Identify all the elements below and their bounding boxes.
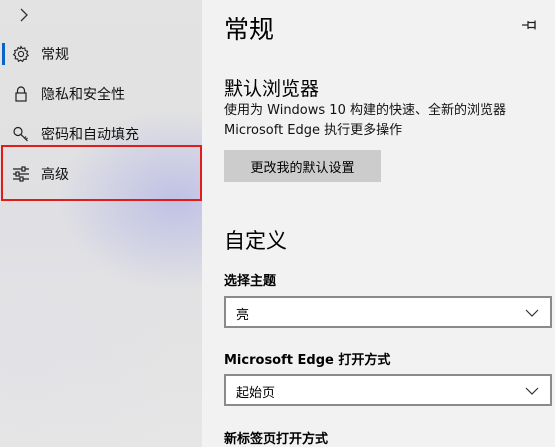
open-with-label: Microsoft Edge 打开方式 — [224, 353, 391, 368]
change-default-button[interactable]: 更改我的默认设置 — [224, 150, 381, 182]
open-with-select[interactable]: 起始页 — [224, 374, 552, 406]
expand-chevron-icon[interactable] — [14, 4, 34, 26]
page-title: 常规 — [224, 15, 275, 44]
theme-select-value: 亮 — [236, 308, 250, 323]
new-tab-label: 新标签页打开方式 — [224, 432, 329, 447]
key-icon — [11, 124, 31, 144]
highlight-annotation-box — [1, 145, 202, 201]
open-with-select-value: 起始页 — [236, 386, 276, 401]
nav-item-general[interactable]: 常规 — [0, 34, 202, 74]
theme-select[interactable]: 亮 — [224, 296, 552, 328]
default-browser-description: 使用为 Windows 10 构建的快速、全新的浏览器 Microsoft Ed… — [224, 101, 544, 141]
theme-label: 选择主题 — [224, 274, 277, 289]
settings-content-pane: 常规 默认浏览器 使用为 Windows 10 构建的快速、全新的浏览器 Mic… — [202, 0, 555, 447]
description-line: 使用为 Windows 10 构建的快速、全新的浏览器 — [224, 103, 506, 118]
selected-indicator — [2, 43, 5, 65]
customize-heading: 自定义 — [224, 229, 287, 253]
default-browser-heading: 默认浏览器 — [224, 78, 320, 100]
description-line: Microsoft Edge 执行更多操作 — [224, 123, 403, 138]
lock-icon — [11, 84, 31, 104]
chevron-down-icon — [525, 387, 539, 395]
nav-item-label: 隐私和安全性 — [41, 87, 125, 103]
pin-icon[interactable] — [520, 16, 540, 34]
gear-icon — [11, 44, 31, 64]
settings-nav-pane: 常规 隐私和安全性 密码和自动填充 高级 — [0, 0, 202, 447]
nav-item-privacy-security[interactable]: 隐私和安全性 — [0, 74, 202, 114]
chevron-down-icon — [525, 309, 539, 317]
nav-item-label: 密码和自动填充 — [41, 127, 139, 143]
nav-item-label: 常规 — [41, 47, 69, 63]
